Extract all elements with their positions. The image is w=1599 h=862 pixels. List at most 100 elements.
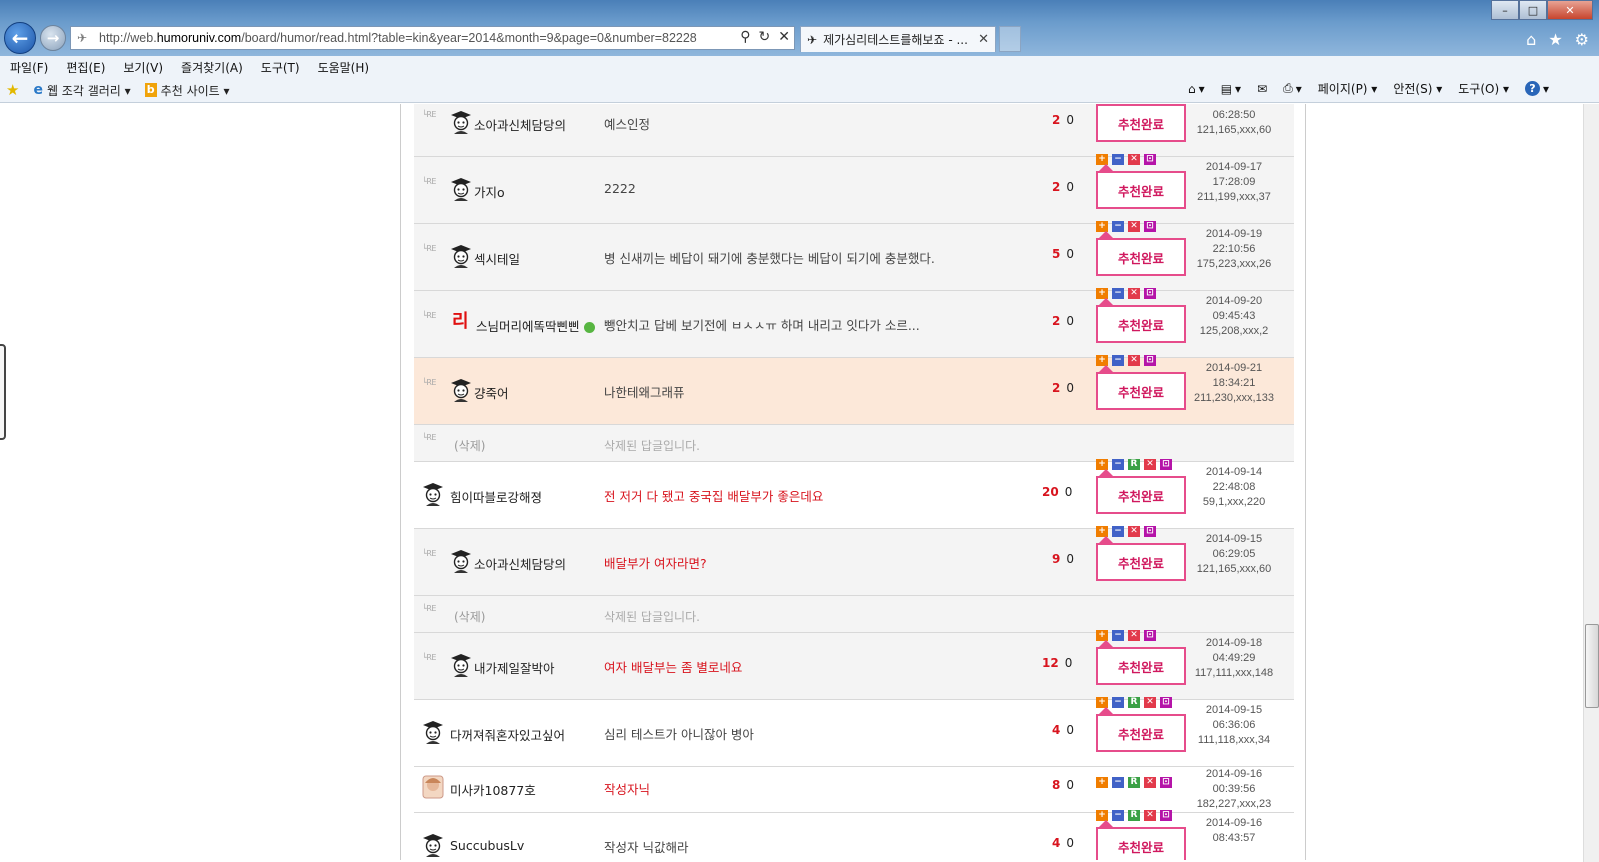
reply-button[interactable]: R bbox=[1128, 777, 1140, 788]
downvote-count: 0 bbox=[1066, 552, 1074, 566]
lock-button[interactable]: ⊡ bbox=[1144, 526, 1156, 537]
minus-button[interactable]: − bbox=[1112, 777, 1124, 788]
lock-button[interactable]: ⊡ bbox=[1144, 355, 1156, 366]
stop-icon[interactable]: ✕ bbox=[778, 29, 790, 45]
comment-row: └RE 섹시테일 병 신새끼는 베답이 돼기에 충분했다는 베답이 되기에 충분했다… bbox=[414, 221, 1294, 291]
comment-date: 2014-09-21 bbox=[1205, 362, 1263, 374]
report-button[interactable]: ✕ bbox=[1128, 630, 1140, 641]
lock-button[interactable]: ⊡ bbox=[1144, 288, 1156, 299]
recommend-done-button[interactable]: 추천완료 bbox=[1096, 820, 1186, 860]
lock-button[interactable]: ⊡ bbox=[1160, 697, 1172, 708]
downvote-count: 0 bbox=[1066, 723, 1074, 737]
graduate-avatar-icon bbox=[450, 653, 472, 677]
comment-meta: 2014-09-17 17:28:09 211,199,xxx,37 bbox=[1186, 160, 1282, 205]
back-button[interactable]: ← bbox=[4, 22, 36, 54]
author-name[interactable]: 스님머리에똑딱삔삔 bbox=[476, 316, 595, 335]
side-panel-tab[interactable] bbox=[0, 344, 6, 440]
settings-gear-icon[interactable]: ⚙ bbox=[1575, 30, 1589, 49]
maximize-button[interactable]: □ bbox=[1519, 0, 1547, 20]
recommend-done-button[interactable]: 추천완료 bbox=[1096, 298, 1186, 343]
lock-button[interactable]: ⊡ bbox=[1160, 810, 1172, 821]
page-scrollbar[interactable] bbox=[1583, 104, 1599, 862]
report-button[interactable]: ✕ bbox=[1128, 355, 1140, 366]
scrollbar-thumb[interactable] bbox=[1585, 624, 1599, 708]
author-name[interactable]: 소아과신체담당의 bbox=[474, 115, 566, 134]
comment-date: 2014-09-16 bbox=[1205, 817, 1263, 829]
lock-button[interactable]: ⊡ bbox=[1144, 221, 1156, 232]
vote-count: 20 bbox=[1052, 113, 1074, 127]
plus-button[interactable]: + bbox=[1096, 777, 1108, 788]
tab-current[interactable]: ✈ 제가심리테스트를해보죠 - ... ✕ bbox=[800, 26, 996, 52]
suggested-sites[interactable]: b 추천 사이트 ▾ bbox=[144, 82, 230, 99]
new-tab-button[interactable] bbox=[999, 26, 1021, 52]
recommend-done-button[interactable]: 추천완료 bbox=[1096, 469, 1186, 514]
report-button[interactable]: ✕ bbox=[1128, 221, 1140, 232]
address-bar[interactable]: ✈ http://web.humoruniv.com/board/humor/r… bbox=[70, 26, 795, 50]
recommend-done-button[interactable]: 추천완료 bbox=[1096, 536, 1186, 581]
recommend-done-button[interactable]: 추천완료 bbox=[1096, 707, 1186, 752]
report-button[interactable]: ✕ bbox=[1144, 459, 1156, 470]
recommend-done-button[interactable]: 추천완료 bbox=[1096, 365, 1186, 410]
author-name[interactable]: 섹시테일 bbox=[474, 249, 520, 268]
comment-ip: 211,199,xxx,37 bbox=[1197, 191, 1271, 203]
safety-menu[interactable]: 안전(S) ▾ bbox=[1393, 80, 1442, 97]
menu-favorites[interactable]: 즐겨찾기(A) bbox=[181, 59, 243, 76]
comment-ip: 117,111,xxx,148 bbox=[1194, 667, 1274, 679]
comment-row: └RE 소아과신체담당의 배달부가 여자라면? 9 0 + − ✕ ⊡ 추천완료 2014-09-1… bbox=[414, 526, 1294, 596]
report-button[interactable]: ✕ bbox=[1128, 288, 1140, 299]
print-command[interactable]: ⎙ ▾ bbox=[1283, 81, 1302, 96]
forward-button[interactable]: → bbox=[40, 25, 66, 51]
downvote-count: 0 bbox=[1066, 778, 1074, 792]
lock-button[interactable]: ⊡ bbox=[1144, 154, 1156, 165]
reply-button[interactable]: R bbox=[1128, 459, 1140, 470]
report-button[interactable]: ✕ bbox=[1144, 697, 1156, 708]
lock-button[interactable]: ⊡ bbox=[1160, 777, 1172, 788]
menu-help[interactable]: 도움말(H) bbox=[318, 59, 370, 76]
author-name[interactable]: 힘이따블로강해졍 bbox=[450, 487, 542, 506]
reply-arrow-icon: └RE bbox=[422, 244, 436, 253]
author-name[interactable]: SuccubusLv bbox=[450, 838, 524, 853]
report-button[interactable]: ✕ bbox=[1144, 810, 1156, 821]
report-button[interactable]: ✕ bbox=[1128, 154, 1140, 165]
reply-button[interactable]: R bbox=[1128, 697, 1140, 708]
menu-tools[interactable]: 도구(T) bbox=[261, 59, 300, 76]
home-command[interactable]: ⌂ ▾ bbox=[1188, 82, 1205, 96]
mail-command[interactable]: ✉ bbox=[1257, 82, 1267, 96]
window-close-button[interactable]: ✕ bbox=[1547, 0, 1593, 20]
lock-button[interactable]: ⊡ bbox=[1160, 459, 1172, 470]
menu-file[interactable]: 파일(F) bbox=[10, 59, 48, 76]
home-icon[interactable]: ⌂ bbox=[1526, 30, 1536, 49]
reply-button[interactable]: R bbox=[1128, 810, 1140, 821]
report-button[interactable]: ✕ bbox=[1144, 777, 1156, 788]
web-slice-gallery[interactable]: e웹 조각 갤러리 ▾ bbox=[33, 82, 130, 99]
reply-arrow-icon: └RE bbox=[422, 378, 436, 387]
recommend-done-button[interactable]: 추천완료 bbox=[1096, 104, 1186, 142]
search-icon[interactable]: ⚲ bbox=[740, 29, 750, 45]
favorites-star-icon[interactable]: ★ bbox=[1548, 30, 1562, 49]
tools-menu[interactable]: 도구(O) ▾ bbox=[1458, 80, 1509, 97]
author-name[interactable]: 소아과신체담당의 bbox=[474, 554, 566, 573]
reply-arrow-icon: └RE bbox=[422, 549, 436, 558]
author-name[interactable]: 걍죽어 bbox=[474, 383, 509, 402]
comment-date: 2014-09-17 bbox=[1205, 161, 1263, 173]
report-button[interactable]: ✕ bbox=[1128, 526, 1140, 537]
minimize-button[interactable]: – bbox=[1491, 0, 1519, 20]
page-menu[interactable]: 페이지(P) ▾ bbox=[1318, 80, 1378, 97]
menu-edit[interactable]: 편집(E) bbox=[66, 59, 105, 76]
help-command[interactable]: ? ▾ bbox=[1524, 81, 1549, 96]
menu-view[interactable]: 보기(V) bbox=[123, 59, 163, 76]
recommend-done-button[interactable]: 추천완료 bbox=[1096, 164, 1186, 209]
recommend-done-button[interactable]: 추천완료 bbox=[1096, 640, 1186, 685]
feeds-command[interactable]: ▤ ▾ bbox=[1221, 82, 1241, 96]
favorites-button[interactable]: ★ bbox=[6, 81, 19, 99]
author-name[interactable]: 미사카10877호 bbox=[450, 780, 536, 799]
author-name[interactable]: 다꺼져줘혼자있고싶어 bbox=[450, 725, 565, 744]
refresh-icon[interactable]: ↻ bbox=[759, 29, 771, 45]
page-favicon-icon: ✈ bbox=[77, 31, 88, 45]
recommend-done-button[interactable]: 추천완료 bbox=[1096, 231, 1186, 276]
author-name[interactable]: 가지o bbox=[474, 182, 505, 201]
lock-button[interactable]: ⊡ bbox=[1144, 630, 1156, 641]
author-name[interactable]: 내가제일잘박아 bbox=[474, 658, 555, 677]
bing-icon: b bbox=[144, 83, 157, 97]
tab-close-icon[interactable]: ✕ bbox=[978, 32, 989, 47]
